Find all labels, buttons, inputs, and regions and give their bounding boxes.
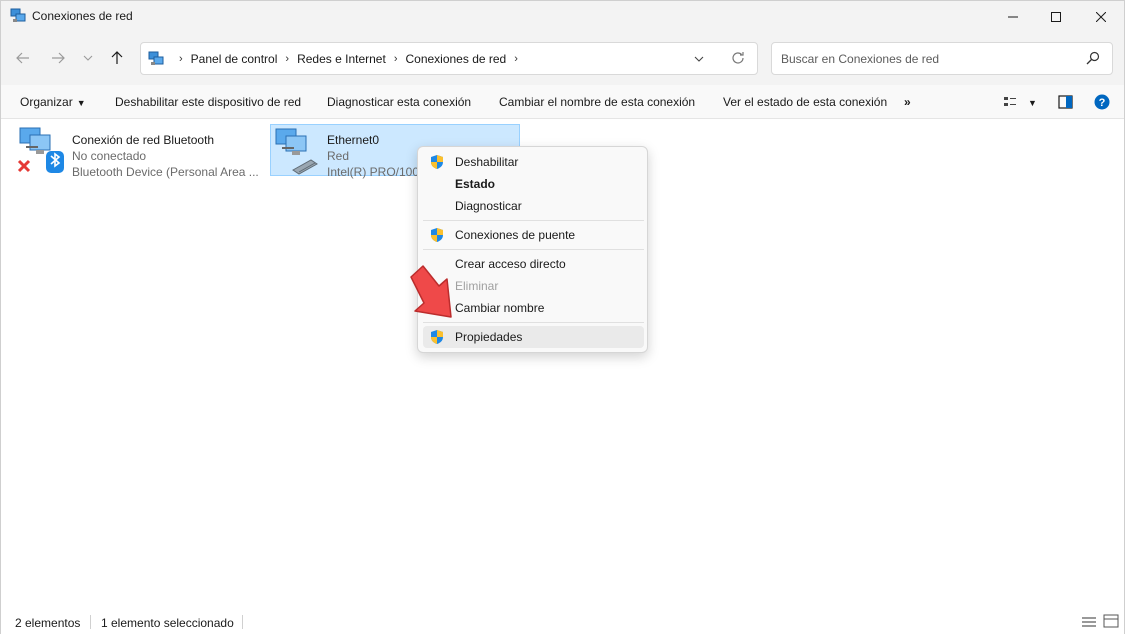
address-dropdown-button[interactable] bbox=[694, 52, 704, 69]
window-title: Conexiones de red bbox=[32, 9, 133, 23]
preview-pane-icon[interactable] bbox=[1058, 95, 1073, 112]
connection-status: Red bbox=[327, 149, 350, 163]
status-bar: 2 elementos 1 elemento seleccionado bbox=[1, 609, 1124, 634]
maximize-icon bbox=[1051, 11, 1061, 22]
address-bar[interactable]: › Panel de control › Redes e Internet › … bbox=[140, 42, 758, 75]
breadcrumb-separator-icon[interactable]: › bbox=[514, 53, 518, 65]
status-divider bbox=[242, 615, 243, 629]
menu-item-label: Conexiones de puente bbox=[455, 228, 576, 242]
menu-separator bbox=[423, 249, 644, 250]
rename-connection-button[interactable]: Cambiar el nombre de esta conexión bbox=[499, 95, 695, 109]
help-icon[interactable]: ? bbox=[1094, 94, 1110, 113]
menu-item-label: Crear acceso directo bbox=[455, 257, 566, 271]
close-icon bbox=[1096, 11, 1106, 22]
recent-locations-button[interactable] bbox=[76, 46, 100, 70]
menu-item-label: Deshabilitar bbox=[455, 155, 519, 169]
network-connections-icon bbox=[10, 8, 26, 24]
tiles-view-icon[interactable] bbox=[1103, 614, 1119, 631]
status-divider bbox=[90, 615, 91, 629]
svg-text:?: ? bbox=[1099, 97, 1106, 109]
menu-item-status[interactable]: Estado bbox=[423, 173, 644, 195]
menu-item-disable[interactable]: Deshabilitar bbox=[423, 151, 644, 173]
chevron-down-icon bbox=[694, 56, 704, 62]
menu-item-label: Cambiar nombre bbox=[455, 301, 545, 315]
network-adapter-icon bbox=[16, 125, 66, 175]
close-button[interactable] bbox=[1078, 1, 1124, 32]
up-button[interactable] bbox=[105, 46, 129, 70]
menu-item-bridge-connections[interactable]: Conexiones de puente bbox=[423, 224, 644, 246]
menu-separator bbox=[423, 220, 644, 221]
maximize-button[interactable] bbox=[1033, 1, 1079, 32]
back-button[interactable] bbox=[11, 46, 35, 70]
uac-shield-icon bbox=[429, 227, 445, 246]
breadcrumb-separator-icon: › bbox=[179, 53, 183, 65]
connection-device: Intel(R) PRO/1000 bbox=[327, 165, 417, 179]
ethernet-adapter-icon bbox=[273, 126, 323, 176]
forward-arrow-icon bbox=[52, 52, 65, 64]
uac-shield-icon bbox=[429, 154, 445, 173]
command-bar: Organizar ▼ Deshabilitar este dispositivo… bbox=[1, 85, 1124, 119]
search-icon[interactable] bbox=[1086, 51, 1100, 68]
uac-shield-icon bbox=[429, 329, 445, 348]
forward-button[interactable] bbox=[46, 46, 70, 70]
selection-count: 1 elemento seleccionado bbox=[101, 616, 234, 630]
search-input[interactable]: Buscar en Conexiones de red bbox=[781, 52, 939, 66]
menu-item-label: Propiedades bbox=[455, 330, 523, 344]
list-item-bluetooth[interactable]: Conexión de red Bluetooth No conectado B… bbox=[16, 125, 261, 179]
back-arrow-icon bbox=[16, 52, 29, 64]
up-arrow-icon bbox=[111, 51, 123, 64]
view-options-icon[interactable] bbox=[1003, 95, 1017, 112]
connection-name: Conexión de red Bluetooth bbox=[72, 133, 215, 147]
connection-name: Ethernet0 bbox=[327, 133, 380, 147]
details-view-icon[interactable] bbox=[1082, 616, 1096, 631]
breadcrumb-item[interactable]: Conexiones de red bbox=[405, 52, 506, 66]
breadcrumb-separator-icon: › bbox=[393, 53, 398, 65]
explorer-window: Conexiones de red › Panel de control › R… bbox=[0, 0, 1125, 634]
view-status-button[interactable]: Ver el estado de esta conexión bbox=[723, 95, 887, 109]
more-commands-button[interactable]: » bbox=[904, 95, 911, 109]
annotation-arrow-icon bbox=[410, 265, 452, 318]
minimize-button[interactable] bbox=[990, 1, 1036, 32]
control-panel-icon bbox=[148, 51, 164, 67]
search-box[interactable]: Buscar en Conexiones de red bbox=[771, 42, 1113, 75]
diagnose-connection-button[interactable]: Diagnosticar esta conexión bbox=[327, 95, 471, 109]
menu-item-label: Estado bbox=[455, 177, 496, 191]
disable-device-button[interactable]: Deshabilitar este dispositivo de red bbox=[115, 95, 301, 109]
refresh-icon bbox=[732, 52, 744, 64]
connection-status: No conectado bbox=[72, 149, 147, 163]
item-count: 2 elementos bbox=[15, 616, 81, 630]
breadcrumb-separator-icon: › bbox=[285, 53, 290, 65]
menu-item-label: Eliminar bbox=[455, 279, 499, 293]
caret-down-icon[interactable]: ▼ bbox=[1028, 98, 1037, 108]
menu-item-diagnose[interactable]: Diagnosticar bbox=[423, 195, 644, 217]
minimize-icon bbox=[1008, 16, 1018, 17]
chevron-down-icon bbox=[83, 55, 93, 61]
title-bar: Conexiones de red bbox=[1, 1, 1124, 32]
refresh-button[interactable] bbox=[731, 51, 745, 68]
caret-down-icon: ▼ bbox=[76, 98, 86, 108]
organize-menu[interactable]: Organizar ▼ bbox=[20, 95, 86, 109]
breadcrumb-item[interactable]: Panel de control bbox=[191, 52, 278, 66]
connection-device: Bluetooth Device (Personal Area ... bbox=[72, 165, 259, 179]
breadcrumb-item[interactable]: Redes e Internet bbox=[297, 52, 386, 66]
navigation-bar: › Panel de control › Redes e Internet › … bbox=[1, 32, 1124, 85]
menu-item-label: Diagnosticar bbox=[455, 199, 522, 213]
breadcrumb: › Panel de control › Redes e Internet › … bbox=[171, 52, 526, 66]
organize-label: Organizar bbox=[20, 95, 73, 109]
menu-item-properties[interactable]: Propiedades bbox=[423, 326, 644, 348]
